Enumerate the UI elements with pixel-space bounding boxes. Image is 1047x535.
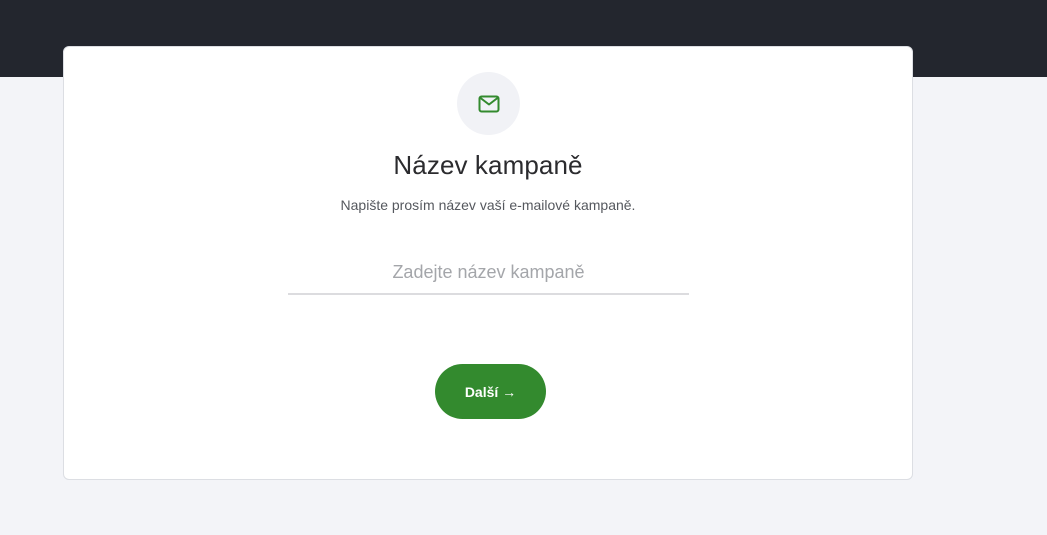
campaign-name-card: Název kampaně Napište prosím název vaší … bbox=[63, 46, 913, 480]
next-button[interactable]: Další → bbox=[435, 364, 546, 419]
mail-icon-badge bbox=[457, 72, 520, 135]
page-title: Název kampaně bbox=[393, 150, 583, 180]
page-subtitle: Napište prosím název vaší e-mailové kamp… bbox=[340, 197, 636, 213]
campaign-name-input[interactable] bbox=[288, 251, 689, 295]
mail-icon bbox=[478, 95, 500, 113]
